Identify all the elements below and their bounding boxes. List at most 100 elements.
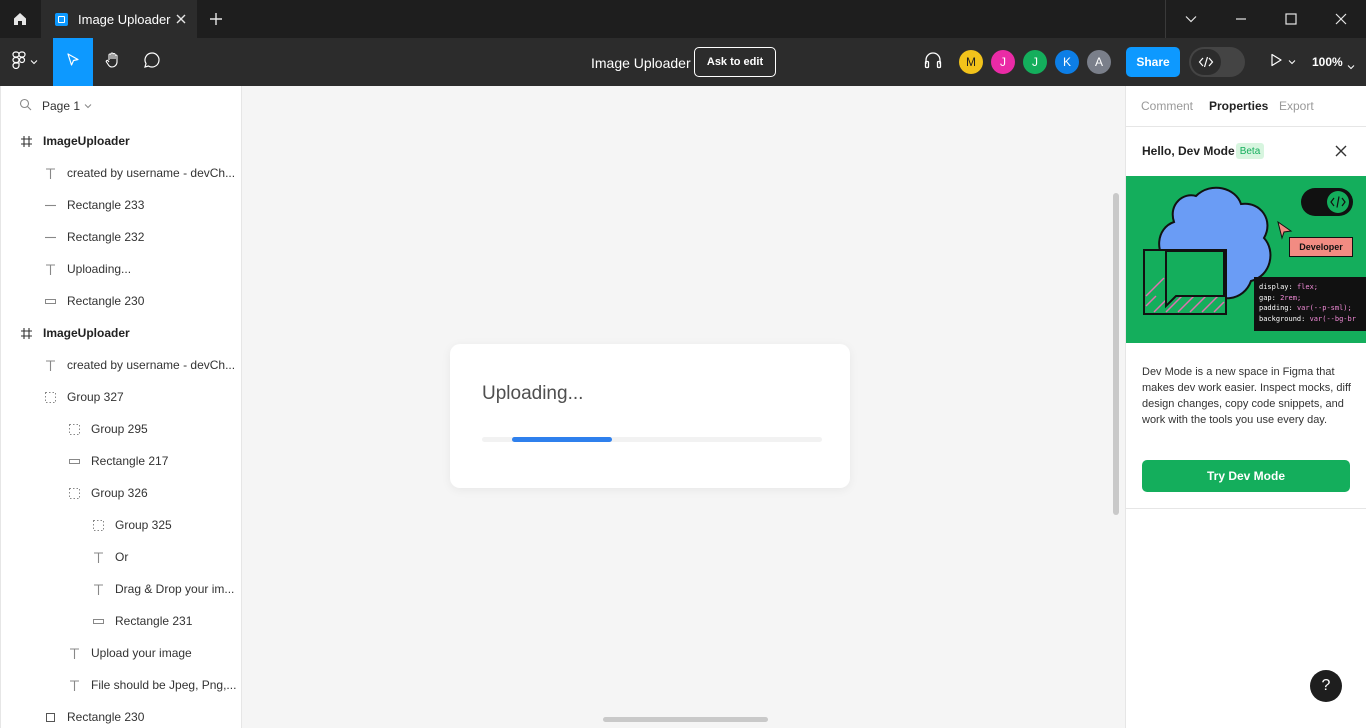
developer-label: Developer (1299, 242, 1343, 252)
layer-item[interactable]: Rectangle 230 (1, 285, 242, 317)
upload-card[interactable]: Uploading... (450, 344, 850, 488)
layer-label: Rectangle 230 (67, 294, 145, 308)
layer-item[interactable]: Group 295 (1, 413, 242, 445)
vertical-scrollbar[interactable] (1113, 193, 1119, 515)
layer-label: Upload your image (91, 646, 192, 660)
layer-item[interactable]: Group 327 (1, 381, 242, 413)
avatar[interactable]: J (991, 50, 1015, 74)
plus-icon[interactable] (205, 9, 227, 29)
chevron-down-icon[interactable] (1347, 58, 1355, 76)
layer-label: File should be Jpeg, Png,... (91, 678, 237, 692)
layer-item[interactable]: Drag & Drop your im... (1, 573, 242, 605)
hand-icon (104, 51, 122, 74)
code-value: flex; (1296, 283, 1319, 291)
tab-image-uploader[interactable]: Image Uploader (41, 0, 197, 38)
dev-mode-toggle[interactable] (1189, 47, 1245, 77)
layer-label: Rectangle 232 (67, 230, 145, 244)
title-bar: Image Uploader (0, 0, 1366, 38)
main-menu-button[interactable] (0, 38, 50, 86)
window-close-icon[interactable] (1316, 0, 1366, 38)
tab-comment[interactable]: Comment (1141, 99, 1193, 113)
avatar[interactable]: K (1055, 50, 1079, 74)
layer-item[interactable]: Rectangle 217 (1, 445, 242, 477)
chevron-down-icon (84, 99, 92, 113)
layer-label: Drag & Drop your im... (115, 582, 235, 596)
text-icon (43, 358, 57, 372)
layer-label: Group 295 (91, 422, 148, 436)
dev-mode-description: Dev Mode is a new space in Figma that ma… (1142, 366, 1351, 426)
figma-logo-icon (12, 50, 26, 74)
layer-label: Or (115, 550, 129, 564)
share-button[interactable]: Share (1126, 47, 1180, 77)
code-icon (1191, 49, 1221, 75)
layer-item[interactable]: Rectangle 231 (1, 605, 242, 637)
toolbar: Image Uploader Ask to edit M J J K A Sha… (0, 38, 1366, 86)
layer-item[interactable]: ImageUploader (1, 317, 242, 349)
layer-item[interactable]: Rectangle 230 (1, 701, 242, 728)
layer-label: Rectangle 230 (67, 710, 145, 724)
avatar[interactable]: A (1087, 50, 1111, 74)
code-value: var(--bg-br (1309, 314, 1356, 323)
layer-label: Rectangle 217 (91, 454, 169, 468)
layer-item[interactable]: created by username - devCh... (1, 157, 242, 189)
code-line: background: var(--bg-br (1259, 314, 1356, 323)
code-line: padding: var(--p-sml); (1259, 304, 1352, 312)
rectangle-icon (67, 454, 81, 468)
search-icon[interactable] (19, 98, 32, 114)
avatar[interactable]: M (959, 50, 983, 74)
text-icon (67, 678, 81, 692)
avatar-initial: A (1094, 55, 1103, 69)
layer-item[interactable]: Upload your image (1, 637, 242, 669)
code-prop: padding (1259, 304, 1289, 312)
hand-tool-button[interactable] (93, 38, 133, 86)
audio-button[interactable] (918, 38, 948, 86)
maximize-icon[interactable] (1266, 0, 1316, 38)
home-icon[interactable] (0, 0, 40, 38)
dev-mode-illustration: Developer display: flex; gap: 2rem; padd… (1126, 176, 1366, 343)
layer-item[interactable]: Rectangle 232 (1, 221, 242, 253)
file-title: Image Uploader (591, 55, 691, 71)
dev-mode-heading: Hello, Dev Mode (1142, 144, 1235, 158)
minimize-icon[interactable] (1216, 0, 1266, 38)
tab-export[interactable]: Export (1279, 99, 1314, 113)
move-tool-button[interactable] (53, 38, 93, 86)
rectangle-icon (43, 294, 57, 308)
rectangle-icon (91, 614, 105, 628)
headphones-icon (923, 51, 943, 74)
layer-item[interactable]: File should be Jpeg, Png,... (1, 669, 242, 701)
present-button[interactable] (1262, 38, 1302, 86)
layer-label: ImageUploader (43, 326, 130, 340)
code-line: display: flex; (1259, 283, 1319, 291)
canvas[interactable]: Uploading... (242, 86, 1125, 728)
horizontal-scrollbar[interactable] (603, 717, 768, 722)
help-button[interactable]: ? (1310, 670, 1342, 702)
try-dev-mode-button[interactable]: Try Dev Mode (1142, 460, 1350, 492)
layer-label: Group 325 (115, 518, 172, 532)
text-icon (67, 646, 81, 660)
tab-properties[interactable]: Properties (1209, 99, 1268, 113)
layer-label: Uploading... (67, 262, 132, 276)
layer-item[interactable]: Rectangle 233 (1, 189, 242, 221)
layer-item[interactable]: Uploading... (1, 253, 242, 285)
layer-item[interactable]: Or (1, 541, 242, 573)
play-icon (1269, 53, 1283, 72)
layer-item[interactable]: ImageUploader (1, 125, 242, 157)
close-icon[interactable] (173, 11, 189, 27)
line-icon (43, 230, 57, 244)
page-selector[interactable]: Page 1 (19, 98, 92, 114)
layer-item[interactable]: Group 325 (1, 509, 242, 541)
cursor-icon (65, 52, 81, 73)
zoom-level[interactable]: 100% (1312, 55, 1343, 69)
divider (1126, 508, 1366, 509)
chevron-down-icon[interactable] (1166, 0, 1216, 38)
chevron-down-icon (1288, 53, 1296, 71)
comment-tool-button[interactable] (133, 38, 171, 86)
group-icon (91, 518, 105, 532)
code-prop: background (1259, 314, 1302, 323)
developer-tag: Developer (1289, 237, 1353, 257)
close-icon[interactable] (1332, 142, 1350, 160)
layer-item[interactable]: created by username - devCh... (1, 349, 242, 381)
layer-item[interactable]: Group 326 (1, 477, 242, 509)
avatar[interactable]: J (1023, 50, 1047, 74)
ask-to-edit-button[interactable]: Ask to edit (694, 47, 776, 77)
